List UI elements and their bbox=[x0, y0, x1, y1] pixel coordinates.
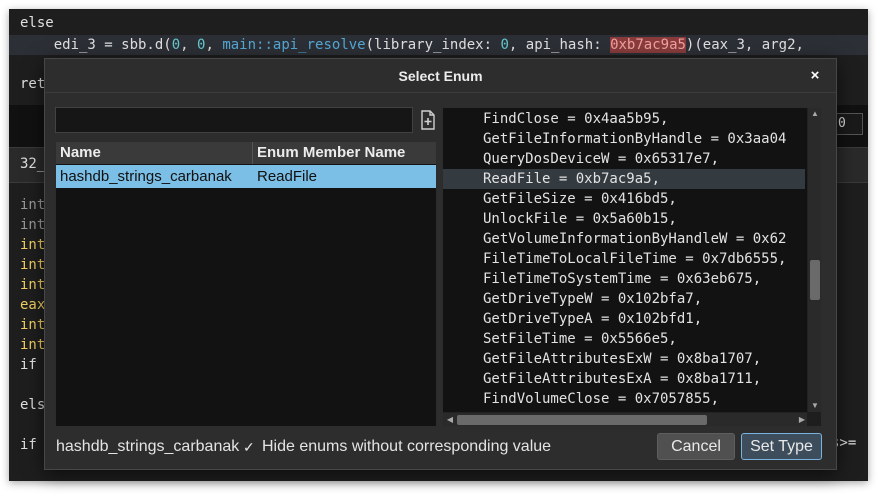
editor-toolbar-field[interactable]: 0 bbox=[835, 113, 863, 135]
enum-preview-pane[interactable]: FindClose = 0x4aa5b95, GetFileInformation… bbox=[442, 107, 822, 427]
table-cell-enum-member: ReadFile bbox=[257, 168, 318, 185]
code-text: (library_index: bbox=[365, 37, 501, 53]
cancel-button[interactable]: Cancel bbox=[657, 433, 735, 460]
scroll-corner bbox=[807, 412, 821, 426]
code-line-fragment: int bbox=[20, 277, 46, 293]
hide-enums-checkbox[interactable]: ✓ bbox=[243, 439, 257, 455]
code-line-else: else bbox=[20, 15, 54, 31]
table-cell-name: hashdb_strings_carbanak bbox=[60, 168, 232, 185]
enum-preview-line: GetDriveTypeA = 0x102bfd1, bbox=[483, 311, 703, 327]
enum-preview-line: ReadFile = 0xb7ac9a5, bbox=[443, 169, 805, 189]
enum-preview-line: FileTimeToSystemTime = 0x63eb675, bbox=[483, 271, 762, 287]
code-line-fragment: int bbox=[20, 337, 46, 353]
enum-preview-line: SetFileTime = 0x5566e5, bbox=[483, 331, 677, 347]
code-line-fragment: int bbox=[20, 317, 46, 333]
code-number: 0 bbox=[171, 37, 181, 53]
code-text: edi_3 = sbb.d( bbox=[20, 37, 172, 53]
vertical-scrollbar[interactable]: ▲ ▼ bbox=[807, 108, 821, 412]
enum-preview-line: FileTimeToLocalFileTime = 0x7db6555, bbox=[483, 251, 787, 267]
horizontal-scroll-thumb[interactable] bbox=[457, 415, 707, 425]
table-row[interactable]: hashdb_strings_carbanak ReadFile bbox=[56, 165, 436, 188]
enum-preview-line: GetFileSize = 0x416bd5, bbox=[483, 191, 677, 207]
set-type-button[interactable]: Set Type bbox=[741, 433, 822, 460]
column-header-name[interactable]: Name bbox=[56, 142, 253, 164]
code-text: , bbox=[205, 37, 223, 53]
scroll-up-icon[interactable]: ▲ bbox=[808, 108, 821, 120]
code-function-name: main::api_resolve bbox=[222, 37, 366, 53]
close-icon[interactable]: × bbox=[806, 67, 824, 85]
dialog-titlebar: Select Enum × bbox=[45, 59, 836, 93]
horizontal-scrollbar[interactable]: ◀ ▶ bbox=[443, 412, 809, 426]
enum-preview-line: GetVolumeInformationByHandleW = 0x62 bbox=[483, 231, 787, 247]
select-enum-dialog: Select Enum × Name Enum Member Name hash… bbox=[44, 58, 837, 470]
table-header: Name Enum Member Name bbox=[56, 142, 436, 164]
enum-preview-line: GetFileAttributesExA = 0x8ba1711, bbox=[483, 371, 762, 387]
code-line-fragment: eax bbox=[20, 297, 46, 313]
code-text: , bbox=[180, 37, 198, 53]
scroll-down-icon[interactable]: ▼ bbox=[808, 400, 821, 412]
selected-enum-name: hashdb_strings_carbanak bbox=[56, 438, 240, 455]
enum-preview-line: FindClose = 0x4aa5b95, bbox=[483, 111, 669, 127]
enum-preview-line: UnlockFile = 0x5a60b15, bbox=[483, 211, 677, 227]
dialog-title: Select Enum bbox=[398, 68, 483, 84]
enum-preview-line: GetFileInformationByHandle = 0x3aa04 bbox=[483, 131, 787, 147]
code-line-fragment: if bbox=[20, 357, 37, 373]
enum-search-input[interactable] bbox=[55, 107, 413, 133]
hide-enums-checkbox-label[interactable]: Hide enums without corresponding value bbox=[262, 437, 551, 457]
enum-preview-line: GetFileAttributesExW = 0x8ba1707, bbox=[483, 351, 762, 367]
code-text: , api_hash: bbox=[508, 37, 611, 53]
code-line-fragment bbox=[9, 375, 20, 395]
enum-preview-line: QueryDosDeviceW = 0x65317e7, bbox=[483, 151, 720, 167]
code-line-fragment: if bbox=[20, 437, 37, 453]
code-line-api-resolve: edi_3 = sbb.d(0, 0, main::api_resolve(li… bbox=[9, 35, 868, 55]
code-line-fragment: int bbox=[20, 257, 46, 273]
column-header-enum-member-name[interactable]: Enum Member Name bbox=[253, 142, 436, 164]
enum-table: Name Enum Member Name hashdb_strings_car… bbox=[55, 141, 437, 427]
code-line-fragment: int bbox=[20, 237, 46, 253]
vertical-scroll-thumb[interactable] bbox=[810, 260, 820, 300]
code-line-fragment: int bbox=[20, 217, 46, 233]
enum-preview-lines: FindClose = 0x4aa5b95, GetFileInformation… bbox=[443, 108, 805, 412]
code-line-fragment bbox=[9, 415, 20, 435]
scroll-left-icon[interactable]: ◀ bbox=[443, 414, 457, 426]
code-text: )(eax_3, arg2, bbox=[685, 37, 804, 53]
highlighted-hash-value[interactable]: 0xb7ac9a5 bbox=[610, 37, 686, 53]
code-line-return: ret bbox=[20, 76, 46, 92]
enum-preview-line: FindVolumeClose = 0x7057855, bbox=[483, 391, 720, 407]
code-line-fragment: els bbox=[20, 397, 46, 413]
enum-preview-line: GetDriveTypeW = 0x102bfa7, bbox=[483, 291, 703, 307]
code-line-fragment: int bbox=[20, 197, 46, 213]
file-import-icon[interactable] bbox=[418, 109, 438, 131]
code-number: 0 bbox=[500, 37, 509, 53]
